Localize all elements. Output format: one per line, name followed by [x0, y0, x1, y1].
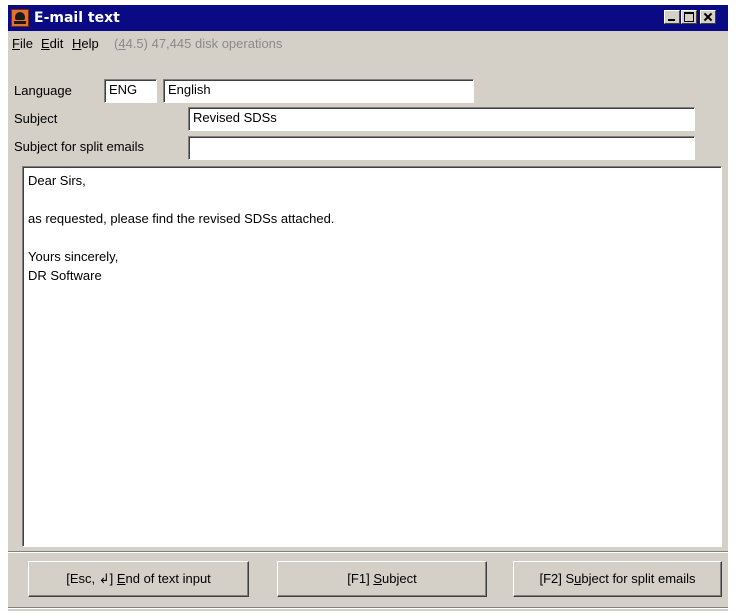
subject-field[interactable]: Revised SDSs [188, 107, 695, 131]
menu-help-label: elp [81, 36, 99, 51]
disk-operations-status: (44.5) 47,445 disk operations [114, 36, 282, 51]
menu-bar: File Edit Help (44.5) 47,445 disk operat… [8, 31, 728, 57]
subject-label: Subject [14, 111, 58, 126]
email-text-window: E-mail text File Edit Help (44.5) 47,445… [8, 5, 728, 611]
footer-separator [8, 551, 728, 553]
split-subject-button[interactable]: [F2] Subject for split emails [513, 561, 722, 597]
subject-button-mnemonic: S [373, 571, 382, 586]
close-button[interactable] [700, 10, 716, 24]
body-line [28, 190, 716, 209]
split-button-shortcut: [F2] S [539, 571, 575, 586]
split-button-label: bject for split emails [581, 571, 696, 586]
end-text-input-button[interactable]: [Esc, ↲] End of text input [28, 561, 249, 597]
window-title: E-mail text [34, 10, 120, 26]
hazard-skull-icon[interactable] [11, 9, 29, 27]
end-button-mnemonic: E [116, 571, 126, 586]
body-line: Yours sincerely, [28, 249, 119, 264]
language-label: Language [14, 83, 72, 98]
end-button-label: nd of text input [125, 571, 211, 586]
title-bar[interactable]: E-mail text [8, 5, 728, 31]
body-line: DR Software [28, 268, 102, 283]
body-line: as requested, please find the revised SD… [28, 211, 335, 226]
status-mnemonic: 4 [118, 36, 126, 51]
maximize-button[interactable] [681, 10, 697, 24]
split-subject-field[interactable] [188, 136, 695, 160]
body-line: Dear Sirs, [28, 173, 86, 188]
subject-button-label: ubject [381, 571, 417, 586]
email-body-textarea[interactable]: Dear Sirs, as requested, please find the… [22, 166, 722, 547]
body-line [28, 228, 716, 247]
menu-file[interactable]: File [12, 36, 33, 51]
subject-button-shortcut: [F1] [347, 571, 374, 586]
minimize-button[interactable] [664, 10, 680, 24]
menu-edit-mnemonic: E [41, 36, 50, 51]
language-name-field[interactable]: English [163, 79, 474, 103]
menu-edit[interactable]: Edit [41, 36, 63, 51]
status-text: 4.5) 47,445 disk operations [125, 36, 283, 51]
menu-edit-label: dit [49, 36, 64, 51]
split-subject-label: Subject for split emails [14, 139, 145, 154]
menu-help[interactable]: Help [72, 36, 99, 51]
language-code-field[interactable]: ENG [104, 79, 157, 103]
menu-file-mnemonic: F [12, 36, 20, 51]
bottom-border [8, 607, 728, 609]
end-button-shortcut: [Esc, ↲] [66, 571, 117, 586]
subject-button[interactable]: [F1] Subject [277, 561, 487, 597]
menu-help-mnemonic: H [72, 36, 82, 51]
menu-file-label: ile [19, 36, 33, 51]
